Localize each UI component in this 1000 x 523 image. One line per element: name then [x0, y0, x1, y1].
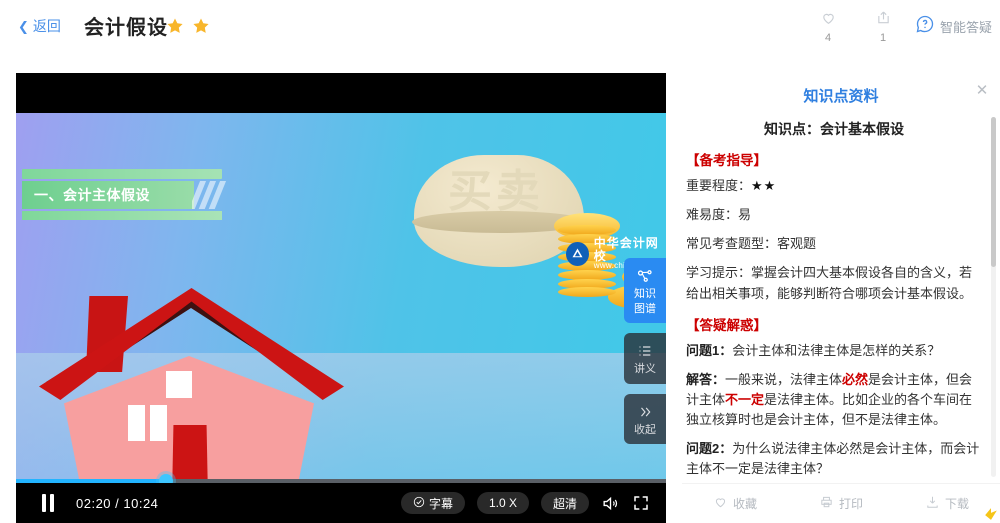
volume-button[interactable] — [601, 494, 620, 513]
window — [128, 405, 145, 441]
question-head-icon — [915, 14, 935, 39]
printer-icon — [819, 495, 834, 512]
qa-question-label: 问题1： — [686, 342, 733, 358]
share-count: 1 — [879, 32, 887, 44]
download-label: 下载 — [944, 497, 969, 511]
qa-answer-highlight2: 不一定 — [725, 391, 765, 407]
knowledge-panel: 知识点资料 ✕ 知识点：会计基本假设 【备考指导】 重要程度：★★ 难易度：易 … — [682, 73, 1000, 523]
panel-scrollbar-thumb[interactable] — [991, 117, 996, 267]
knowledge-point-title: 知识点：会计基本假设 — [764, 121, 904, 137]
like-button[interactable]: 4 — [805, 8, 851, 44]
question-type-line: 常见考查题型：客观题 — [686, 236, 817, 252]
banner-bottom-stripe — [22, 211, 222, 220]
back-button[interactable]: ❮ 返回 — [18, 16, 61, 36]
pause-button[interactable] — [42, 494, 58, 512]
side-tool-label-2: 图谱 — [634, 303, 656, 316]
smart-qa-label: 智能答疑 — [940, 20, 993, 35]
section-qa-heading: 【答疑解惑】 — [686, 317, 767, 333]
side-tool-knowledge-graph[interactable]: 知识 图谱 — [624, 258, 666, 324]
playback-speed-button[interactable]: 1.0 X — [476, 492, 529, 514]
subtitle-toggle-label: 字幕 — [428, 496, 453, 511]
list-icon — [624, 341, 666, 361]
fullscreen-button[interactable] — [632, 494, 650, 512]
difficulty-line: 难易度：易 — [686, 207, 752, 223]
qa-question-text: 会计主体和法律主体是怎样的关系？ — [732, 342, 941, 358]
favorite-button[interactable]: 收藏 — [713, 495, 757, 512]
qa-question-2: 问题2：为什么说法律主体必然是会计主体，而会计主体不一定是法律主体？ — [686, 439, 982, 479]
qa-question-label: 问题2： — [686, 441, 733, 457]
qa-answer-1: 解答：一般来说，法律主体必然是会计主体，但会计主体不一定是法律主体。比如企业的各… — [686, 370, 982, 430]
check-circle-icon — [413, 496, 425, 511]
side-tool-label: 收起 — [634, 423, 656, 436]
page-title: 会计假设 — [84, 17, 168, 39]
star-icon — [167, 18, 183, 33]
side-tool-label: 知识 — [634, 288, 656, 300]
side-tool-label: 讲义 — [634, 363, 656, 376]
print-button[interactable]: 打印 — [819, 495, 863, 512]
panel-action-bar: 收藏 打印 下载 — [682, 483, 1000, 523]
heart-outline-icon — [713, 495, 728, 512]
panel-content: 知识点：会计基本假设 【备考指导】 重要程度：★★ 难易度：易 常见考查题型：客… — [682, 113, 1000, 483]
close-icon[interactable]: ✕ — [974, 83, 990, 99]
importance-label: 重要程度： — [686, 178, 752, 193]
video-letterbox-top — [16, 73, 666, 113]
knowledge-graph-icon — [624, 266, 666, 286]
like-count: 4 — [824, 32, 832, 44]
importance-stars: ★★ — [751, 178, 777, 193]
course-video-page: ❮ 返回 会计假设 4 1 智能答疑 一、会计主体假设 买卖 中华会计网校 知识… — [0, 0, 1000, 523]
smart-qa-button[interactable]: 智能答疑 — [915, 14, 992, 39]
chevron-left-icon: ❮ — [18, 18, 29, 34]
video-player[interactable]: 一、会计主体假设 买卖 中华会计网校 知识 图谱 讲义 收起 02:20 / 1… — [16, 73, 666, 523]
panel-title: 知识点资料 — [803, 88, 879, 105]
qa-answer-part1: 一般来说，法律主体 — [725, 371, 843, 387]
quality-button[interactable]: 超清 — [540, 492, 589, 514]
favorite-label: 收藏 — [732, 497, 757, 511]
importance-line: 重要程度：★★ — [686, 176, 982, 196]
lesson-banner: 一、会计主体假设 — [22, 169, 228, 220]
study-tip-line: 学习提示：掌握会计四大基本假设各自的含义，若给出相关事项，能够判断符合哪项会计基… — [686, 265, 973, 301]
download-icon — [925, 495, 940, 512]
video-control-bar: 02:20 / 10:24 字幕 1.0 X 超清 — [16, 483, 666, 523]
video-frame: 一、会计主体假设 买卖 中华会计网校 知识 图谱 讲义 收起 — [16, 113, 666, 516]
control-right-group: 字幕 1.0 X 超清 — [400, 492, 666, 514]
print-label: 打印 — [838, 497, 863, 511]
double-chevron-right-icon — [624, 402, 666, 422]
banner-bar: 一、会计主体假设 — [22, 181, 228, 209]
back-label: 返回 — [32, 18, 61, 34]
money-bag-text: 买卖 — [448, 166, 544, 217]
qa-answer-highlight1: 必然 — [842, 371, 869, 387]
heart-outline-icon — [805, 8, 851, 28]
window — [150, 405, 167, 441]
chinaacc-logo-icon — [566, 241, 589, 266]
section-exam-guide-heading: 【备考指导】 — [686, 153, 767, 168]
side-tool-collapse[interactable]: 收起 — [624, 393, 666, 444]
share-icon — [860, 8, 906, 28]
time-display: 02:20 / 10:24 — [76, 495, 159, 511]
corner-decoration-icon — [985, 508, 997, 520]
page-header: ❮ 返回 会计假设 4 1 智能答疑 — [0, 0, 1000, 55]
video-side-tools: 知识 图谱 讲义 收起 — [624, 258, 666, 454]
download-button[interactable]: 下载 — [925, 495, 969, 512]
star-icon — [193, 18, 209, 33]
share-button[interactable]: 1 — [860, 8, 906, 44]
banner-text: 一、会计主体假设 — [34, 187, 150, 203]
window — [166, 371, 192, 398]
qa-question-1: 问题1：会计主体和法律主体是怎样的关系？ — [686, 341, 982, 361]
qa-answer-label: 解答： — [686, 371, 726, 387]
rating-stars — [166, 17, 210, 35]
banner-top-stripe — [22, 169, 222, 179]
side-tool-lecture-notes[interactable]: 讲义 — [624, 333, 666, 384]
banner-slash-decoration — [192, 181, 228, 209]
subtitle-toggle-button[interactable]: 字幕 — [400, 492, 465, 514]
